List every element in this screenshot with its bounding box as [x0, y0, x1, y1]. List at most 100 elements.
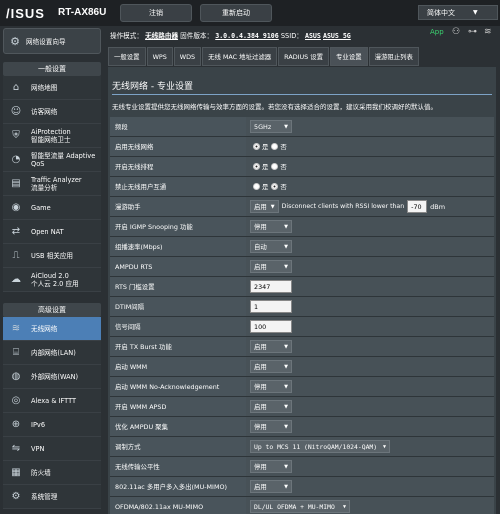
sidebar-item-vpn[interactable]: ⇋ VPN — [3, 437, 101, 461]
logout-button[interactable]: 注销 — [120, 4, 192, 22]
admin-icon: ⚙ — [11, 491, 21, 502]
chevron-down-icon: ▼ — [284, 243, 288, 250]
setting-select[interactable]: 停用 ▼ — [250, 420, 292, 433]
setting-value: 1 — [246, 297, 494, 316]
setting-label: 启动 WMM No-Acknowledgement — [110, 377, 246, 396]
qos-icon: ◔ — [11, 154, 21, 165]
top-bar: /ISUS RT-AX86U 注销 重新启动 简体中文 ▼ — [0, 0, 500, 26]
sidebar-item-alexa[interactable]: ◎ Alexa & IFTTT — [3, 389, 101, 413]
usb-icon[interactable]: ⊶ — [468, 27, 477, 37]
tab-5[interactable]: 专业设置 — [330, 47, 368, 66]
setting-select[interactable]: 停用 ▼ — [250, 460, 292, 473]
radio-no[interactable] — [271, 183, 279, 190]
tab-6[interactable]: 漫游阻止列表 — [368, 47, 419, 66]
ssid-5g[interactable]: ASUS_5G — [323, 32, 351, 40]
chevron-down-icon: ▼ — [284, 363, 288, 370]
setting-select[interactable]: 停用 ▼ — [250, 220, 292, 233]
setting-value: 100 — [246, 317, 494, 336]
radio-no[interactable] — [271, 143, 279, 150]
radio-yes[interactable] — [253, 143, 260, 150]
setting-select[interactable]: 启用 ▼ — [250, 400, 292, 413]
setting-value: 2347 — [246, 277, 494, 296]
general-menu: ⌂ 网络地图 ☺ 访客网络 ⛨ AiProtection 智能网络卫士 ◔ 智能型流量 Ada… — [3, 76, 101, 292]
tab-1[interactable]: WPS — [146, 47, 173, 66]
setting-select[interactable]: 启用 ▼ — [250, 360, 292, 373]
tab-4[interactable]: RADIUS 设置 — [278, 47, 330, 66]
sidebar-item-qos[interactable]: ◔ 智能型流量 Adaptive QoS — [3, 148, 101, 172]
select-value: 启用 — [254, 343, 267, 351]
setting-label: DTIM间隔 — [110, 297, 246, 316]
rssi-input[interactable]: -70 — [407, 200, 428, 213]
setting-row: 开启 WMM APSD 启用 ▼ — [110, 397, 494, 417]
sidebar-item-label: 内部网络(LAN) — [31, 348, 76, 357]
setting-select[interactable]: 自动 ▼ — [250, 240, 292, 253]
chevron-down-icon: ▼ — [284, 223, 288, 230]
sidebar-item-wireless[interactable]: ≋ 无线网络 — [3, 317, 101, 341]
sidebar-item-label: AiProtection 智能网络卫士 — [31, 127, 71, 144]
firmware-link[interactable]: 3.0.0.4.384_9106 — [215, 32, 279, 40]
setting-select[interactable]: 停用 ▼ — [250, 380, 292, 393]
sidebar-item-label: Traffic Analyzer 流量分析 — [31, 175, 82, 192]
sidebar-item-aicloud[interactable]: ☁ AiCloud 2.0 个人云 2.0 应用 — [3, 268, 101, 292]
reboot-button[interactable]: 重新启动 — [200, 4, 272, 22]
setting-label: 优化 AMPDU 聚集 — [110, 417, 246, 436]
setting-select[interactable]: 启用 ▼ — [250, 260, 292, 273]
sidebar-item-network-map[interactable]: ⌂ 网络地图 — [3, 76, 101, 100]
select-value: 停用 — [254, 223, 267, 231]
ssid-2g[interactable]: ASUS — [305, 32, 321, 40]
setting-select[interactable]: 5GHz ▼ — [250, 120, 292, 133]
setting-label: 开启 IGMP Snooping 功能 — [110, 217, 246, 236]
radio-yes[interactable] — [253, 183, 260, 190]
setting-value: 停用 ▼ — [246, 457, 494, 476]
tab-0[interactable]: 一般设置 — [108, 47, 146, 66]
sidebar-item-firewall[interactable]: ▦ 防火墙 — [3, 461, 101, 485]
chevron-down-icon: ▼ — [270, 203, 275, 210]
setting-input[interactable]: 100 — [250, 320, 292, 333]
sidebar-item-usb[interactable]: ⎍ USB 相关应用 — [3, 244, 101, 268]
tab-2[interactable]: WDS — [173, 47, 202, 66]
sidebar-item-lan[interactable]: ⌸ 内部网络(LAN) — [3, 341, 101, 365]
setting-label: OFDMA/802.11ax MU-MIMO — [110, 497, 246, 514]
roaming-select[interactable]: 启用 ▼ — [250, 200, 279, 213]
radio-no[interactable] — [271, 163, 279, 170]
setting-value: 停用 ▼ — [246, 217, 494, 236]
setting-select[interactable]: 启用 ▼ — [250, 480, 292, 493]
setting-row: 802.11ac 多用户多入多出(MU-MIMO) 启用 ▼ — [110, 477, 494, 497]
sidebar-item-open-nat[interactable]: ⇄ Open NAT — [3, 220, 101, 244]
wifi-icon[interactable]: ≋ — [484, 27, 492, 37]
radio-yes-label: 是 — [262, 163, 269, 171]
setting-row: 无线传输公平性 停用 ▼ — [110, 457, 494, 477]
sidebar-item-game[interactable]: ◉ Game — [3, 196, 101, 220]
tab-3[interactable]: 无线 MAC 地址过滤器 — [202, 47, 278, 66]
setting-select[interactable]: 启用 ▼ — [250, 340, 292, 353]
traffic-analyzer-icon: ▤ — [11, 178, 21, 189]
alexa-icon: ◎ — [11, 395, 21, 406]
radio-yes[interactable] — [253, 163, 260, 170]
sidebar-item-wan[interactable]: ◍ 外部网络(WAN) — [3, 365, 101, 389]
sidebar-item-admin[interactable]: ⚙ 系统管理 — [3, 485, 101, 509]
setting-input[interactable]: 2347 — [250, 280, 292, 293]
chevron-down-icon: ▼ — [284, 483, 288, 490]
sidebar-item-guest-network[interactable]: ☺ 访客网络 — [3, 100, 101, 124]
mode-link[interactable]: 无线路由器 — [145, 32, 178, 40]
app-link[interactable]: App — [430, 28, 444, 36]
language-select[interactable]: 简体中文 ▼ — [418, 5, 498, 20]
setting-label: 启用无线网络 — [110, 137, 246, 156]
sidebar-item-traffic-analyzer[interactable]: ▤ Traffic Analyzer 流量分析 — [3, 172, 101, 196]
person-icon[interactable]: ⚇ — [452, 27, 460, 37]
quick-setup-button[interactable]: ⚙ 网络设置向导 — [3, 28, 101, 54]
setting-select[interactable]: Up to MCS 11 (NitroQAM/1024-QAM) ▼ — [250, 440, 390, 453]
setting-select[interactable]: DL/UL OFDMA + MU-MIMO ▼ — [250, 500, 350, 513]
chevron-down-icon: ▼ — [473, 9, 478, 16]
setting-label: 启动 WMM — [110, 357, 246, 376]
sidebar-item-ipv6[interactable]: ⊕ IPv6 — [3, 413, 101, 437]
setting-input[interactable]: 1 — [250, 300, 292, 313]
network-map-icon: ⌂ — [12, 82, 20, 93]
wizard-icon: ⚙ — [10, 34, 20, 48]
quick-setup-label: 网络设置向导 — [26, 38, 66, 46]
sidebar-item-aiprotection[interactable]: ⛨ AiProtection 智能网络卫士 — [3, 124, 101, 148]
aiprotection-icon: ⛨ — [12, 130, 20, 141]
setting-value: 启用 ▼ — [246, 357, 494, 376]
setting-row: 开启无线排程是否 — [110, 157, 494, 177]
lan-icon: ⌸ — [13, 347, 19, 358]
